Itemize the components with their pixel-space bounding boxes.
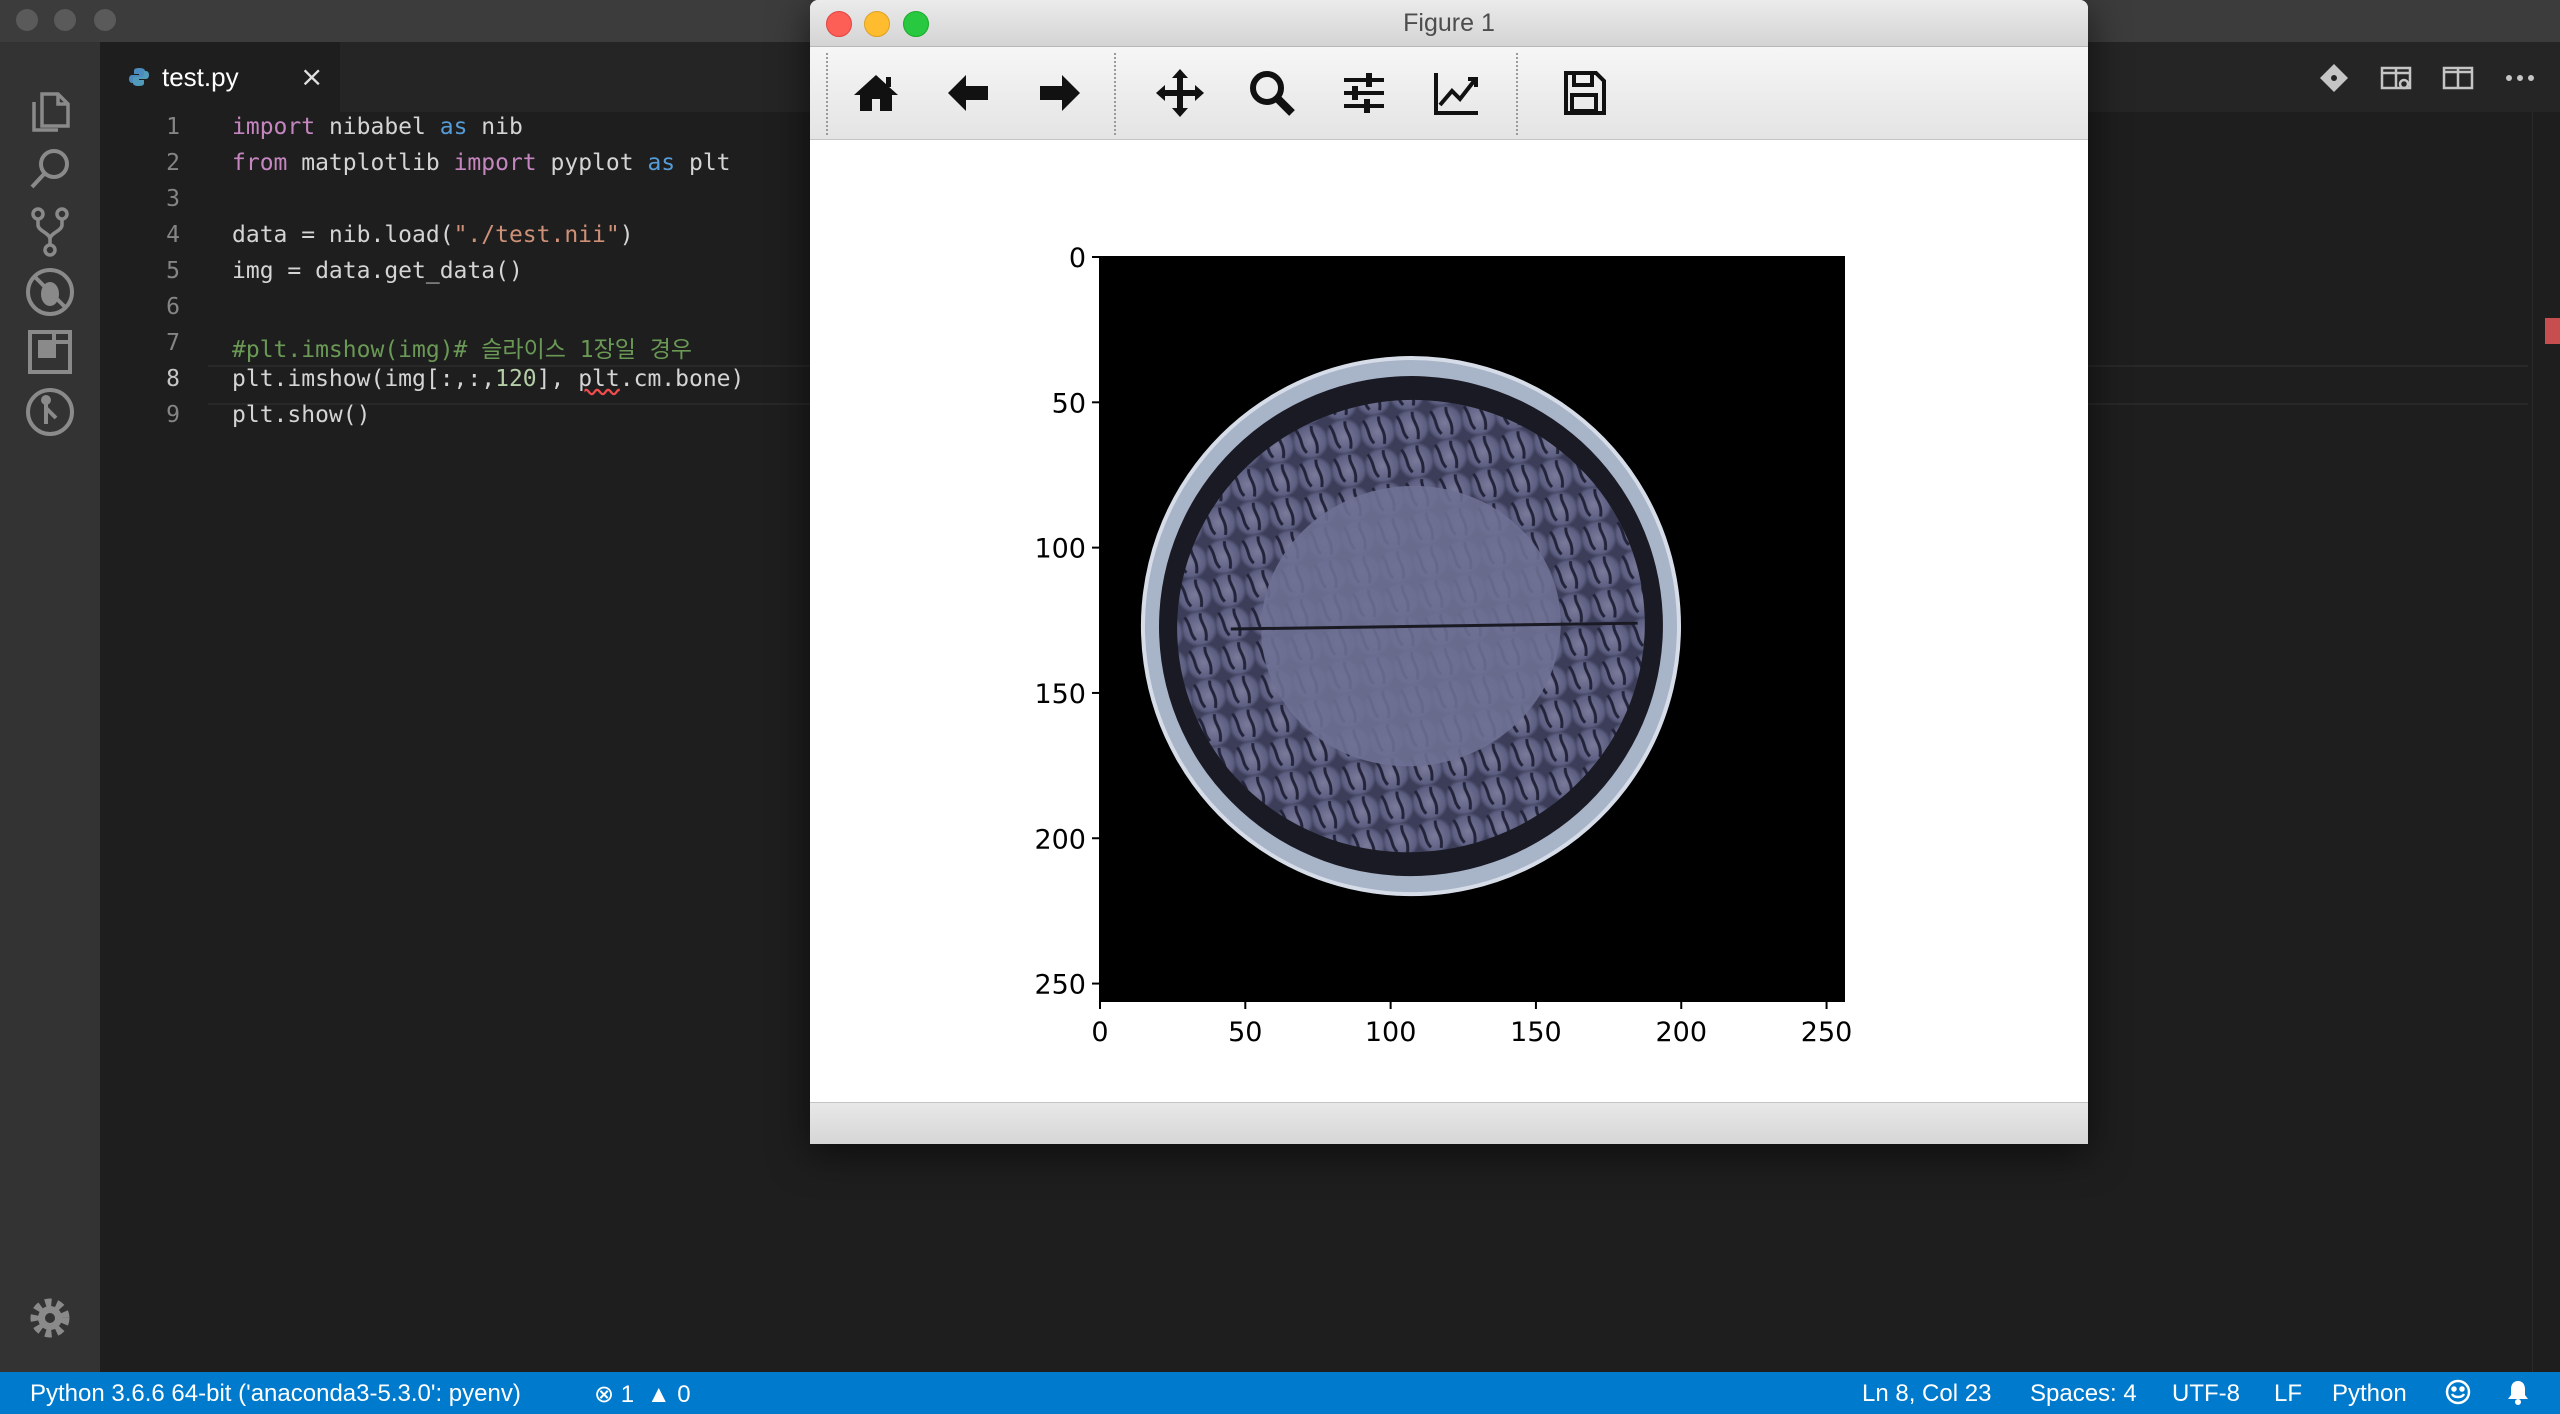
- activity-bar: [0, 42, 100, 1372]
- warning-count: 0: [677, 1381, 691, 1408]
- x-tick-label: 50: [1228, 1017, 1262, 1048]
- line-ending[interactable]: LF: [2274, 1380, 2302, 1408]
- code-line-8: plt.imshow(img[:,:,120], plt.cm.bone): [232, 366, 745, 392]
- code-line-1: import nibabel as nib: [232, 114, 523, 140]
- y-tick-label: 150: [1034, 679, 1086, 710]
- toolbar-separator: [1516, 53, 1518, 135]
- language-mode[interactable]: Python: [2332, 1380, 2407, 1408]
- home-icon[interactable]: [846, 63, 906, 123]
- line-number: 6: [166, 294, 180, 320]
- minimize-window-button[interactable]: [54, 9, 76, 31]
- error-count: 1: [620, 1381, 635, 1408]
- line-number: 7: [166, 330, 180, 356]
- zoom-icon[interactable]: [1242, 63, 1302, 123]
- forward-arrow-icon[interactable]: [1030, 63, 1090, 123]
- extensions-icon[interactable]: [22, 324, 78, 380]
- x-tick-label: 150: [1510, 1017, 1562, 1048]
- configure-subplots-icon[interactable]: [1334, 63, 1394, 123]
- line-number: 4: [166, 222, 180, 248]
- gear-icon[interactable]: [22, 1290, 78, 1346]
- figure-window[interactable]: Figure 1 0 50 100 150 200 250 0 50 100 1…: [810, 0, 2088, 1144]
- maximize-window-button[interactable]: [94, 9, 116, 31]
- debug-icon[interactable]: [22, 264, 78, 320]
- figure-status-area: [810, 1102, 2088, 1144]
- line-number: 3: [166, 186, 180, 212]
- code-line-9: plt.show(): [232, 402, 371, 428]
- notifications-bell-icon[interactable]: [2504, 1378, 2532, 1413]
- close-window-button[interactable]: [16, 9, 38, 31]
- code-line-7: #plt.imshow(img)# 슬라이스 1장일 경우: [232, 337, 693, 363]
- python-interpreter[interactable]: Python 3.6.6 64-bit ('anaconda3-5.3.0': …: [30, 1380, 521, 1408]
- plot-axes[interactable]: 0 50 100 150 200 250050100150200250: [810, 140, 2088, 1102]
- line-number: 8: [166, 366, 180, 392]
- save-icon[interactable]: [1554, 63, 1614, 123]
- line-number: 5: [166, 258, 180, 284]
- split-editor-icon[interactable]: [2440, 60, 2476, 96]
- more-actions-icon[interactable]: [2502, 60, 2538, 96]
- toolbar-separator: [1114, 53, 1116, 135]
- x-tick-label: 0: [1091, 1017, 1108, 1048]
- tab-close-button[interactable]: ×: [300, 60, 323, 93]
- source-control-icon[interactable]: [22, 204, 78, 260]
- y-tick-label: 200: [1034, 824, 1086, 855]
- status-bar: Python 3.6.6 64-bit ('anaconda3-5.3.0': …: [0, 1372, 2560, 1414]
- editor-scrollbar[interactable]: [2532, 112, 2560, 1372]
- indentation[interactable]: Spaces: 4: [2030, 1380, 2137, 1408]
- encoding[interactable]: UTF-8: [2172, 1380, 2240, 1408]
- remote-git-icon[interactable]: [22, 384, 78, 440]
- feedback-smiley-icon[interactable]: [2444, 1378, 2472, 1413]
- cursor-position[interactable]: Ln 8, Col 23: [1862, 1380, 1991, 1408]
- line-number: 9: [166, 402, 180, 428]
- error-icon: ⊗: [594, 1381, 615, 1408]
- y-tick-label: 100: [1034, 534, 1086, 565]
- figure-toolbar: [810, 47, 2088, 140]
- tab-label: test.py: [162, 62, 239, 92]
- code-line-5: img = data.get_data(): [232, 258, 523, 284]
- pan-icon[interactable]: [1150, 63, 1210, 123]
- tab-test-py[interactable]: test.py ×: [100, 42, 340, 112]
- toolbar-grip: [826, 53, 828, 135]
- search-icon[interactable]: [22, 142, 78, 198]
- edit-axes-icon[interactable]: [1426, 63, 1486, 123]
- code-line-4: data = nib.load("./test.nii"): [232, 222, 634, 248]
- explorer-icon[interactable]: [22, 82, 78, 138]
- back-arrow-icon[interactable]: [938, 63, 998, 123]
- figure-canvas[interactable]: 0 50 100 150 200 250 0 50 100 150 200 250: [810, 140, 2088, 1102]
- x-tick-label: 250: [1801, 1017, 1853, 1048]
- git-compare-icon[interactable]: [2316, 60, 2352, 96]
- mri-image: [1100, 257, 1844, 1001]
- code-line-2: from matplotlib import pyplot as plt: [232, 150, 731, 176]
- problems-indicator[interactable]: ⊗ 1 ▲ 0: [594, 1380, 691, 1409]
- y-tick-label: 0: [1069, 243, 1086, 274]
- line-number: 2: [166, 150, 180, 176]
- y-tick-label: 50: [1052, 388, 1086, 419]
- figure-title: Figure 1: [1403, 9, 1495, 37]
- error-overview-marker: [2545, 318, 2560, 344]
- warning-icon: ▲: [646, 1381, 671, 1408]
- x-tick-label: 200: [1655, 1017, 1707, 1048]
- x-tick-label: 100: [1365, 1017, 1417, 1048]
- python-file-icon: [129, 68, 149, 86]
- line-number: 1: [166, 114, 180, 140]
- y-tick-label: 250: [1034, 970, 1086, 1001]
- open-preview-icon[interactable]: [2378, 60, 2414, 96]
- figure-titlebar[interactable]: Figure 1: [810, 0, 2088, 47]
